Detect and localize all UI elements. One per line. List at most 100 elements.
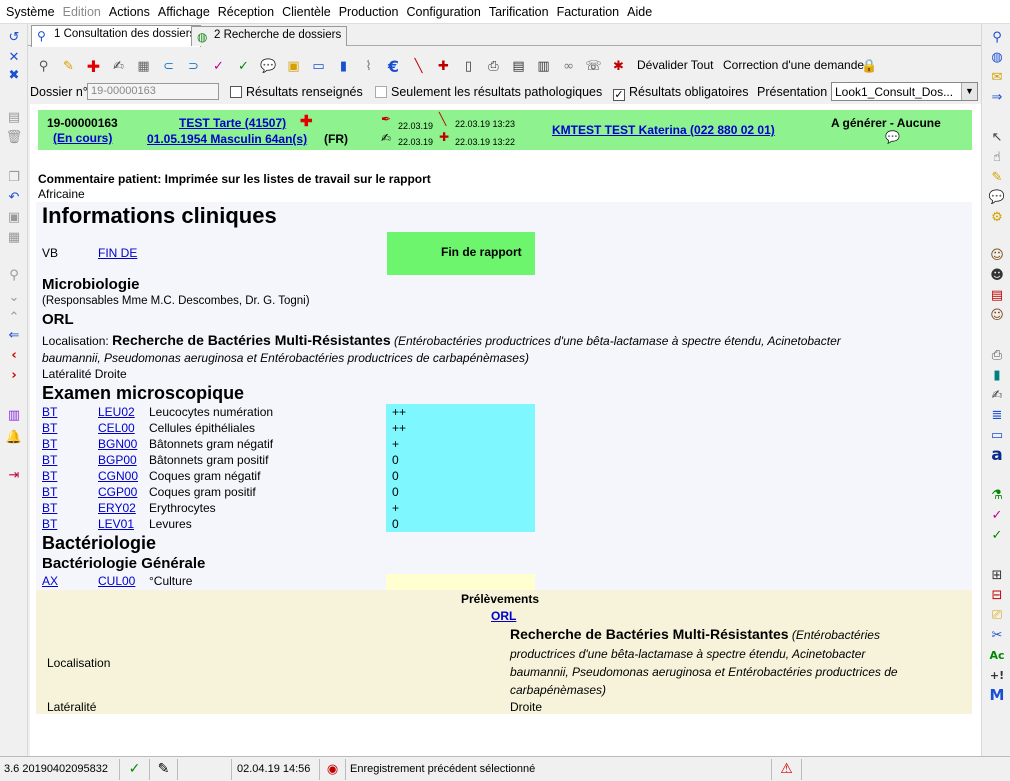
cursor-icon[interactable]: ↖	[988, 128, 1006, 146]
tube-icon[interactable]: ⊂	[159, 56, 178, 76]
copy-icon[interactable]: ❐	[5, 168, 23, 186]
menu-tarification[interactable]: Tarification	[489, 5, 549, 19]
resultats-obligatoires-checkbox[interactable]: ✓ Résultats obligatoires	[613, 85, 749, 101]
patient-birth-link[interactable]: 01.05.1954 Masculin 64an(s)	[147, 132, 307, 146]
edit-icon[interactable]: ✍	[109, 56, 128, 76]
hand-icon[interactable]: ☝	[988, 148, 1006, 166]
previous-icon[interactable]: ‹	[5, 346, 23, 364]
double-close-icon[interactable]: ✖	[5, 66, 23, 84]
wrench-icon[interactable]: ⚲	[34, 56, 53, 76]
tray-icon[interactable]: ▭	[988, 426, 1006, 444]
pencil-icon[interactable]: ✎	[988, 168, 1006, 186]
box-icon[interactable]: ▦	[134, 56, 153, 76]
m-icon[interactable]: M	[988, 686, 1006, 704]
row-code-link[interactable]: BGP00	[98, 453, 137, 467]
presentation-select[interactable]: Look1_Consult_Dos... ▼	[831, 82, 978, 101]
menu-production[interactable]: Production	[339, 5, 399, 19]
row-bt-link[interactable]: AX	[42, 574, 58, 588]
resultats-renseignes-checkbox[interactable]: Résultats renseignés	[230, 85, 363, 99]
row-code-link[interactable]: LEU02	[98, 405, 135, 419]
dossier-status-link[interactable]: (En cours)	[53, 131, 112, 145]
menu-systeme[interactable]: Système	[6, 5, 55, 19]
search-icon[interactable]: ⚲	[5, 266, 23, 284]
print-label-icon[interactable]: ▥	[534, 56, 553, 76]
hierarchy-icon[interactable]: ⊟	[988, 586, 1006, 604]
next-icon[interactable]: ›	[5, 366, 23, 384]
comment-icon[interactable]: 💬	[885, 130, 900, 144]
comment-icon[interactable]: 💬	[988, 188, 1006, 206]
bell-icon[interactable]: 🔔	[5, 428, 23, 446]
undo-icon[interactable]: ↶	[5, 188, 23, 206]
arrow-left-icon[interactable]: ⇐	[5, 326, 23, 344]
chevron-up-icon[interactable]: ⌃	[5, 308, 23, 326]
save-all-icon[interactable]: ▦	[5, 228, 23, 246]
checkbox-box[interactable]	[375, 86, 387, 98]
magic-icon[interactable]: ✱	[609, 56, 628, 76]
warning-icon[interactable]: ⚠	[772, 759, 802, 780]
add-icon[interactable]: ✚	[84, 56, 103, 76]
row-bt-link[interactable]: BT	[42, 437, 57, 451]
folder-icon[interactable]: ▣	[284, 56, 303, 76]
tree-icon[interactable]: ⊞	[988, 566, 1006, 584]
tab-recherche[interactable]: ◍ 2 Recherche de dossiers	[191, 26, 348, 46]
check-pink-icon[interactable]: ✓	[209, 56, 228, 76]
row-bt-link[interactable]: BT	[42, 469, 57, 483]
monitor-icon[interactable]: ▭	[309, 56, 328, 76]
ticket-icon[interactable]: ⎚	[988, 606, 1006, 624]
save-icon[interactable]: ▣	[5, 208, 23, 226]
row-code-link[interactable]: LEV01	[98, 517, 134, 531]
menu-reception[interactable]: Réception	[218, 5, 274, 19]
books-icon[interactable]: ▥	[5, 406, 23, 424]
print-preview-icon[interactable]: ▤	[5, 108, 23, 126]
checkbox-checked[interactable]: ✓	[613, 89, 625, 101]
a-icon[interactable]: a	[988, 446, 1006, 464]
add-icon[interactable]: ✚	[300, 112, 313, 130]
bar-chart-icon[interactable]: ▮	[334, 56, 353, 76]
seulement-patho-checkbox[interactable]: Seulement les résultats pathologiques	[375, 85, 602, 99]
attach-icon[interactable]: ⌇	[359, 56, 378, 76]
comment-icon[interactable]: 💬	[259, 56, 278, 76]
row-code-link[interactable]: CGP00	[98, 485, 137, 499]
prelevements-orl-link[interactable]: ORL	[491, 609, 516, 623]
stack-icon[interactable]: ≣	[988, 406, 1006, 424]
search-icon[interactable]: ⚲	[988, 28, 1006, 46]
row-code-link[interactable]: BGN00	[98, 437, 137, 451]
syringe-icon[interactable]: ╲	[409, 56, 428, 76]
row-code-link[interactable]: CEL00	[98, 421, 135, 435]
row-bt-link[interactable]: BT	[42, 421, 57, 435]
menu-configuration[interactable]: Configuration	[406, 5, 480, 19]
menu-edition[interactable]: Edition	[63, 5, 101, 19]
group-icon[interactable]: ☺	[988, 306, 1006, 324]
document-search-icon[interactable]: ▯	[459, 56, 478, 76]
syringe-add-icon[interactable]: ✚	[434, 56, 453, 76]
close-icon[interactable]: ✕	[5, 48, 23, 66]
ledger-icon[interactable]: ▤	[988, 286, 1006, 304]
menu-clientele[interactable]: Clientèle	[282, 5, 331, 19]
refresh-icon[interactable]: ↺	[5, 28, 23, 46]
user-icon[interactable]: ☺	[988, 246, 1006, 264]
devalider-tout-button[interactable]: Dévalider Tout	[637, 58, 714, 72]
chevron-down-icon[interactable]: ▼	[961, 83, 977, 100]
menu-affichage[interactable]: Affichage	[158, 5, 210, 19]
row-bt-link[interactable]: BT	[42, 405, 57, 419]
printer-icon[interactable]: ⎙	[484, 56, 503, 76]
trash-icon[interactable]: 🗑	[5, 128, 23, 146]
dossier-input[interactable]: 19-00000163	[87, 83, 219, 100]
flask-icon[interactable]: ⚗	[988, 486, 1006, 504]
tab-consultation[interactable]: ⚲ 1 Consultation des dossiers	[31, 25, 202, 47]
menu-facturation[interactable]: Facturation	[557, 5, 620, 19]
mail-icon[interactable]: ✉	[988, 68, 1006, 86]
patient-name-link[interactable]: TEST Tarte (41507)	[179, 116, 286, 130]
door-icon[interactable]: ▮	[988, 366, 1006, 384]
tube2-icon[interactable]: ⊃	[184, 56, 203, 76]
link-icon[interactable]: ∞	[559, 56, 578, 76]
row-code-link[interactable]: CUL00	[98, 574, 135, 588]
tools-icon[interactable]: ⚙	[988, 208, 1006, 226]
printer-icon[interactable]: ⎙	[988, 346, 1006, 364]
print-list-icon[interactable]: ▤	[509, 56, 528, 76]
row-code-link[interactable]: CGN00	[98, 469, 138, 483]
fin-de-link[interactable]: FIN DE	[98, 246, 137, 260]
chevron-down-icon[interactable]: ⌄	[5, 288, 23, 306]
lock-icon[interactable]: 🔒	[860, 56, 879, 76]
euro-icon[interactable]: €	[384, 56, 403, 76]
